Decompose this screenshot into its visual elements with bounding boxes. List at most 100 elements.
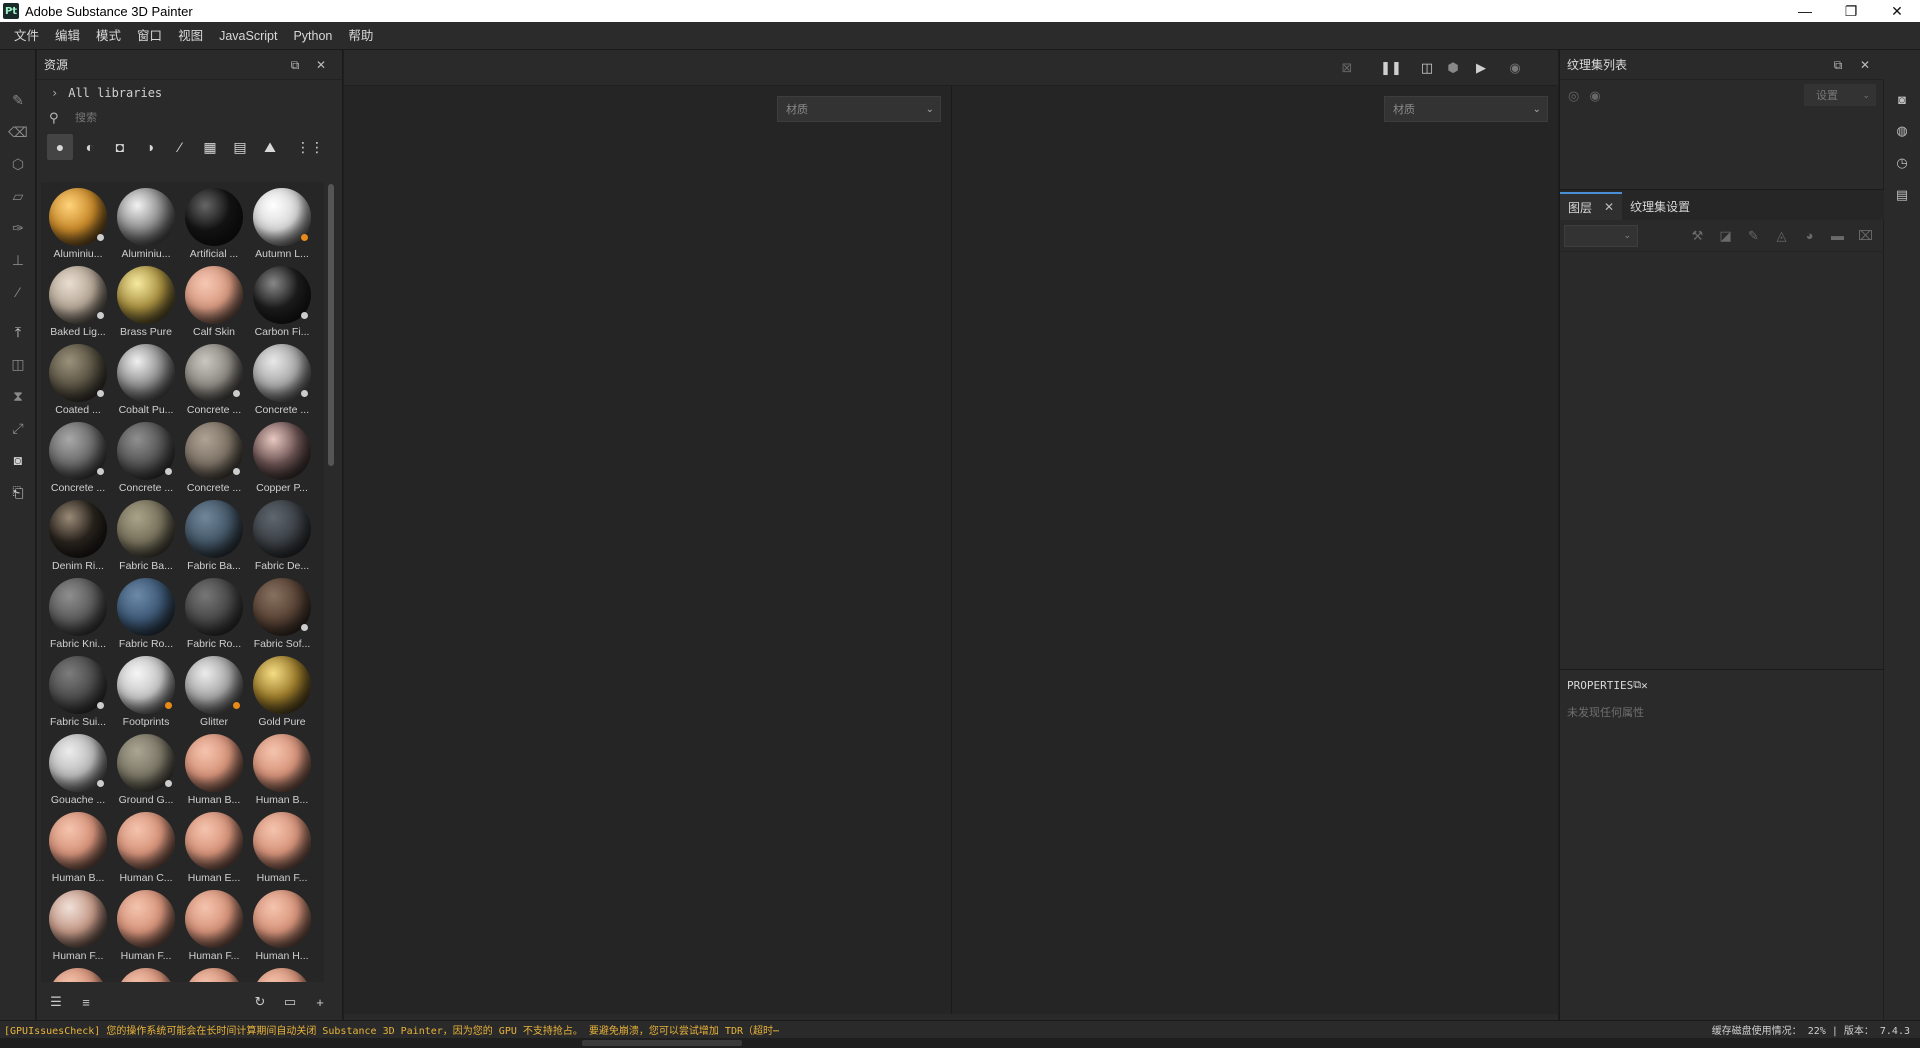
add-fill-layer-icon[interactable]: ◬ <box>1771 228 1792 244</box>
material-thumbnail[interactable]: Ground G... <box>112 734 180 812</box>
float-panel-icon[interactable]: ⧉ <box>1830 57 1846 73</box>
menu-view[interactable]: 视图 <box>170 22 211 50</box>
filter-environments-icon[interactable]: ⛰ <box>257 134 283 160</box>
assets-scrollbar[interactable] <box>326 182 336 982</box>
delete-layer-icon[interactable]: ⌧ <box>1855 228 1876 244</box>
material-thumbnail[interactable] <box>112 968 180 982</box>
paint-brush-icon[interactable]: ✎ <box>8 90 28 110</box>
display-settings-icon[interactable]: ◙ <box>1893 90 1911 108</box>
add-folder-icon[interactable]: ▬ <box>1827 228 1848 244</box>
clone-stamp-icon[interactable]: ⊥ <box>8 250 28 270</box>
material-thumbnail[interactable] <box>44 968 112 982</box>
close-panel-icon[interactable]: ✕ <box>1857 57 1873 73</box>
material-thumbnail[interactable]: Denim Ri... <box>44 500 112 578</box>
shader-settings-icon[interactable]: ◍ <box>1893 122 1911 140</box>
folder-icon[interactable]: ▭ <box>279 991 301 1013</box>
camera-icon[interactable]: ▶ <box>1470 58 1492 78</box>
float-panel-icon[interactable]: ⧉ <box>1633 678 1641 692</box>
material-thumbnail[interactable]: Gold Pure <box>248 656 316 734</box>
cube-icon[interactable]: ⬢ <box>1442 58 1464 78</box>
screenshot-icon[interactable]: ◉ <box>1504 58 1526 78</box>
history-icon[interactable]: ◷ <box>1893 154 1911 172</box>
texture-set-settings-select[interactable]: 设置 ⌄ <box>1804 84 1876 106</box>
pause-icon[interactable]: ❚❚ <box>1380 58 1402 78</box>
material-thumbnail[interactable]: Human F... <box>248 812 316 890</box>
add-smart-material-icon[interactable]: ◕ <box>1799 228 1820 244</box>
viewport[interactable]: ⊠ ❚❚ ◫ ⬢ ▶ ◉ 材质 ⌄ 材质 ⌄ <box>344 50 1558 1020</box>
scrollbar-thumb[interactable] <box>328 184 334 466</box>
projection-icon[interactable]: ⬡ <box>8 154 28 174</box>
tab-texture-set-settings[interactable]: 纹理集设置 <box>1622 192 1698 220</box>
menu-javascript[interactable]: JavaScript <box>211 22 285 50</box>
filter-textures-icon[interactable]: ▤ <box>227 134 253 160</box>
sort-icon[interactable]: ≡ <box>75 991 97 1013</box>
grid-view-icon[interactable]: ⋮⋮ <box>296 134 324 160</box>
close-panel-icon[interactable]: ✕ <box>313 57 329 73</box>
material-thumbnail[interactable]: Aluminiu... <box>44 188 112 266</box>
menu-python[interactable]: Python <box>285 22 340 50</box>
export-icon[interactable]: ⤒ <box>8 322 28 342</box>
material-thumbnail[interactable]: Human F... <box>44 890 112 968</box>
filter-alphas-icon[interactable]: ▦ <box>197 134 223 160</box>
search-input[interactable] <box>75 112 295 124</box>
material-thumbnail[interactable] <box>180 968 248 982</box>
material-thumbnail[interactable]: Fabric Kni... <box>44 578 112 656</box>
add-icon[interactable]: + <box>309 991 331 1013</box>
material-thumbnail[interactable]: Human B... <box>248 734 316 812</box>
filter-list-icon[interactable]: ☰ <box>45 991 67 1013</box>
filter-smart-materials-icon[interactable]: ◐ <box>77 134 103 160</box>
material-thumbnail[interactable]: Concrete ... <box>248 344 316 422</box>
add-mask-icon[interactable]: ◪ <box>1715 228 1736 244</box>
material-thumbnail[interactable]: Cobalt Pu... <box>112 344 180 422</box>
material-thumbnail[interactable]: Calf Skin <box>180 266 248 344</box>
material-thumbnail[interactable]: Human F... <box>180 890 248 968</box>
material-thumbnail[interactable]: Footprints <box>112 656 180 734</box>
add-effect-icon[interactable]: ⚒ <box>1687 228 1708 244</box>
close-panel-icon[interactable]: ✕ <box>1641 679 1648 692</box>
material-thumbnail[interactable]: Fabric Ro... <box>180 578 248 656</box>
float-panel-icon[interactable]: ⧉ <box>287 57 303 73</box>
material-thumbnail[interactable]: Fabric Ba... <box>180 500 248 578</box>
material-thumbnail[interactable]: Human B... <box>44 812 112 890</box>
material-thumbnail[interactable]: Fabric Sui... <box>44 656 112 734</box>
add-paint-layer-icon[interactable]: ✎ <box>1743 228 1764 244</box>
left-view-select[interactable]: 材质 ⌄ <box>777 96 941 122</box>
material-thumbnail[interactable]: Carbon Fi... <box>248 266 316 344</box>
color-picker-icon[interactable]: ⁄ <box>8 282 28 302</box>
close-tab-icon[interactable]: ✕ <box>1604 200 1614 214</box>
menu-file[interactable]: 文件 <box>6 22 47 50</box>
filter-masks-icon[interactable]: ◘ <box>107 134 133 160</box>
material-thumbnail[interactable]: Fabric De... <box>248 500 316 578</box>
smudge-icon[interactable]: ✑ <box>8 218 28 238</box>
material-thumbnail[interactable]: Brass Pure <box>112 266 180 344</box>
material-thumbnail[interactable]: Fabric Sof... <box>248 578 316 656</box>
menu-window[interactable]: 窗口 <box>129 22 170 50</box>
material-thumbnail[interactable]: Aluminiu... <box>112 188 180 266</box>
material-thumbnail[interactable]: Concrete ... <box>112 422 180 500</box>
menu-mode[interactable]: 模式 <box>88 22 129 50</box>
filter-generators-icon[interactable]: ◑ <box>137 134 163 160</box>
material-thumbnail[interactable]: Human C... <box>112 812 180 890</box>
tab-layers[interactable]: 图层 ✕ <box>1560 192 1623 220</box>
right-view-select[interactable]: 材质 ⌄ <box>1384 96 1548 122</box>
channel-select[interactable]: ⌄ <box>1564 224 1638 247</box>
material-thumbnail[interactable]: Copper P... <box>248 422 316 500</box>
material-thumbnail[interactable]: Concrete ... <box>180 344 248 422</box>
material-thumbnail[interactable]: Artificial ... <box>180 188 248 266</box>
split-view-icon[interactable]: ◫ <box>1416 58 1438 78</box>
material-thumbnail[interactable]: Concrete ... <box>180 422 248 500</box>
menu-edit[interactable]: 编辑 <box>47 22 88 50</box>
eraser-icon[interactable]: ⌫ <box>8 122 28 142</box>
material-thumbnail[interactable]: Human H... <box>248 890 316 968</box>
material-thumbnail[interactable]: Glitter <box>180 656 248 734</box>
menu-help[interactable]: 帮助 <box>340 22 381 50</box>
material-thumbnail[interactable]: Gouache ... <box>44 734 112 812</box>
book-icon[interactable]: ⎗ <box>8 482 28 502</box>
material-thumbnail[interactable] <box>248 968 316 982</box>
bottom-scroll-thumb[interactable] <box>582 1040 742 1046</box>
material-thumbnail[interactable]: Concrete ... <box>44 422 112 500</box>
refresh-icon[interactable]: ↻ <box>249 991 271 1013</box>
hide-icon[interactable]: ⊠ <box>1336 58 1358 78</box>
transform-icon[interactable]: ⤢ <box>8 418 28 438</box>
material-thumbnail[interactable]: Fabric Ba... <box>112 500 180 578</box>
